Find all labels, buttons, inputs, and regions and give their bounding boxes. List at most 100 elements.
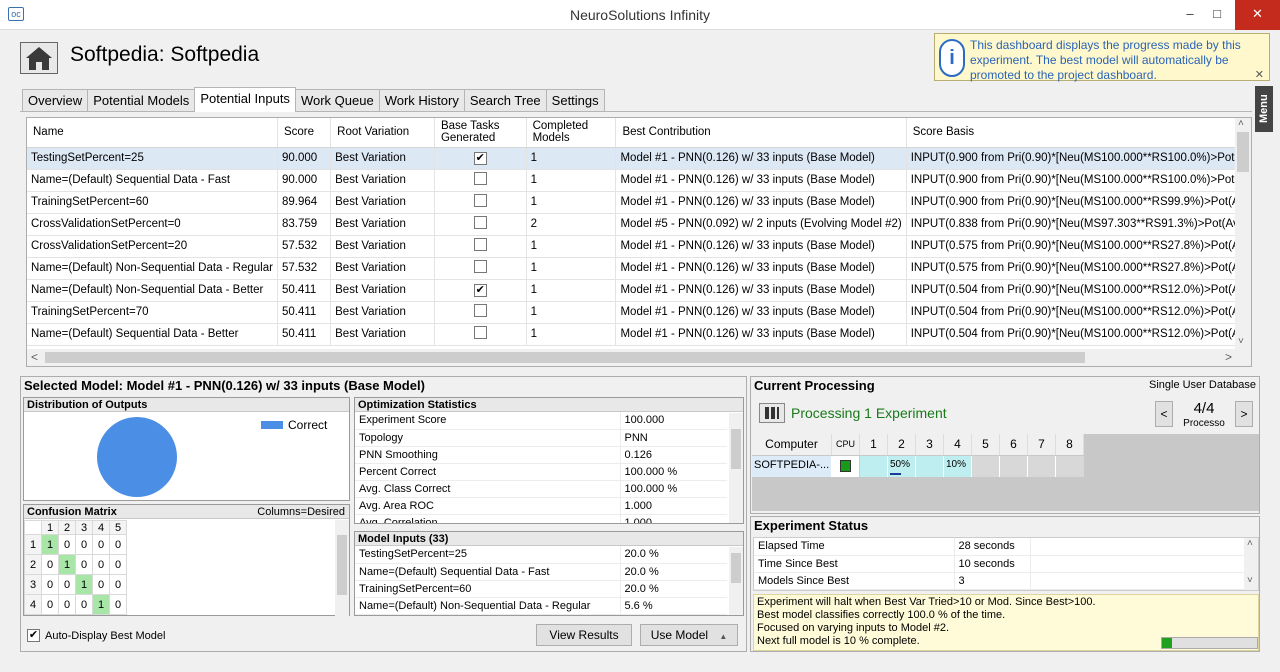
col-base-tasks[interactable]: Base Tasks Generated [434,118,527,148]
processing-row[interactable]: SOFTPEDIA-... 50% 10% [752,456,1084,477]
table-row[interactable]: Name=(Default) Sequential Data - Fast 90.… [27,169,1251,192]
cm-cell: 0 [109,534,127,555]
scroll-down-icon[interactable]: ˅ [1247,575,1253,586]
opt-stat-row: PNN Smoothing 0.126 [355,446,727,464]
table-row[interactable]: TestingSetPercent=25 90.000 Best Variation… [27,147,1251,170]
table-body: TestingSetPercent=25 90.000 Best Variation… [27,147,1251,346]
tab-search-tree[interactable]: Search Tree [463,89,547,111]
table-row[interactable]: TrainingSetPercent=70 50.411 Best Variatio… [27,301,1251,324]
table-row[interactable]: Name=(Default) Non-Sequential Data - Reg… [27,257,1251,280]
cell-score: 50.411 [277,323,332,346]
tab-potential-models[interactable]: Potential Models [87,89,196,111]
model-input-row: TestingSetPercent=25 20.0 % [355,546,727,564]
checkbox-icon[interactable] [473,260,487,273]
checkbox-icon[interactable] [473,238,487,251]
model-input-row: Name=(Default) Sequential Data - Fast 20.… [355,563,727,581]
grid-vertical-scrollbar[interactable]: ˄ ˅ [1235,118,1251,350]
cm-row-header: 1 [24,534,42,555]
table-row[interactable]: CrossValidationSetPercent=0 83.759 Best Va… [27,213,1251,236]
scroll-thumb[interactable] [1237,132,1249,172]
table-row[interactable]: CrossValidationSetPercent=20 57.532 Best V… [27,235,1251,258]
grid-horizontal-scrollbar[interactable]: < > [27,349,1251,366]
core-4: 10% [944,456,972,477]
cell-completed: 1 [526,323,617,346]
scroll-thumb[interactable] [45,352,1085,363]
cell-root-variation: Best Variation [330,147,435,170]
col-name[interactable]: Name [27,118,278,148]
cell-completed: 1 [526,279,617,302]
cell-completed: 1 [526,235,617,258]
processing-col-header: 1 [860,434,888,455]
cm-cell: 0 [109,554,127,575]
cm-col-header: 1 [41,520,59,535]
tab-work-history[interactable]: Work History [378,89,465,111]
checkbox-icon[interactable] [473,326,487,339]
col-score-basis[interactable]: Score Basis [906,118,1251,148]
close-button[interactable]: ✕ [1235,0,1280,30]
auto-display-checkbox[interactable]: ✔ Auto-Display Best Model [27,629,165,642]
cell-completed: 1 [526,257,617,280]
tab-overview[interactable]: Overview [22,89,89,111]
scroll-up-icon[interactable]: ˄ [1247,538,1253,549]
confusion-matrix-scrollbar[interactable] [335,520,349,616]
checkbox-checked-icon[interactable]: ✔ [27,629,40,642]
processing-col-header: 3 [916,434,944,455]
col-completed-models[interactable]: Completed Models [526,118,617,148]
core-2-percent: 50% [890,459,911,470]
tab-work-queue[interactable]: Work Queue [294,89,380,111]
col-score[interactable]: Score [277,118,332,148]
checkbox-checked-icon[interactable]: ✔ [473,151,487,165]
cm-cell: 0 [75,594,93,615]
page-title: Softpedia: Softpedia [70,43,260,66]
process-count: 4/4 [1193,400,1215,417]
use-model-button[interactable]: Use Model ▲ [640,624,738,646]
pause-button[interactable] [759,403,785,423]
maximize-button[interactable]: □ [1202,0,1232,30]
table-row[interactable]: Name=(Default) Sequential Data - Better 5… [27,323,1251,346]
cm-row-header: 3 [24,574,42,595]
cell-base-tasks [434,169,527,192]
cell-best-contribution: Model #1 - PNN(0.126) w/ 33 inputs (Base… [615,191,907,214]
cell-score: 57.532 [277,257,332,280]
col-best-contribution[interactable]: Best Contribution [615,118,907,148]
prev-button[interactable]: < [1155,401,1173,427]
scroll-left-icon[interactable]: < [31,350,38,364]
home-button[interactable] [20,42,58,74]
scroll-down-icon[interactable]: ˅ [1238,336,1244,347]
checkbox-icon[interactable] [473,194,487,207]
scroll-right-icon[interactable]: > [1225,350,1232,364]
status-key: Models Since Best [754,572,955,590]
table-row[interactable]: TrainingSetPercent=60 89.964 Best Variatio… [27,191,1251,214]
tab-potential-inputs[interactable]: Potential Inputs [194,87,296,112]
distribution-pie [97,417,177,497]
checkbox-icon[interactable] [473,304,487,317]
view-results-button[interactable]: View Results [536,624,632,646]
cell-name: Name=(Default) Non-Sequential Data - Bet… [27,279,278,302]
opt-stat-value: 1.000 [620,514,727,523]
checkbox-icon[interactable] [473,172,487,185]
auto-display-label: Auto-Display Best Model [45,629,166,642]
confusion-matrix-title: Confusion Matrix Columns=Desired [24,505,349,519]
cell-score-basis: INPUT(0.838 from Pri(0.90)*[Neu(MS97.303… [906,213,1251,236]
info-close-icon[interactable]: ✕ [1255,68,1264,81]
cm-cell: 0 [109,594,127,615]
cm-row: 201000 [24,554,127,575]
model-input-row: TrainingSetPercent=60 20.0 % [355,580,727,598]
checkbox-icon[interactable] [473,216,487,229]
optimization-scrollbar[interactable] [729,413,743,523]
model-inputs-scrollbar[interactable] [729,547,743,615]
table-row[interactable]: Name=(Default) Non-Sequential Data - Bet… [27,279,1251,302]
minimize-button[interactable]: – [1175,0,1205,30]
cm-cell: 0 [92,574,110,595]
col-root-variation[interactable]: Root Variation [330,118,435,148]
opt-stat-key: Avg. Area ROC [355,497,621,515]
tab-settings[interactable]: Settings [545,89,605,111]
next-button[interactable]: > [1235,401,1253,427]
optimization-statistics: Optimization Statistics Experiment Score… [354,397,744,524]
info-icon: i [939,39,965,77]
scroll-up-icon[interactable]: ˄ [1238,118,1244,129]
checkbox-checked-icon[interactable]: ✔ [473,283,487,297]
status-scrollbar[interactable]: ˄ ˅ [1244,538,1258,590]
menu-tab[interactable]: Menu [1255,86,1273,132]
cell-completed: 2 [526,213,617,236]
